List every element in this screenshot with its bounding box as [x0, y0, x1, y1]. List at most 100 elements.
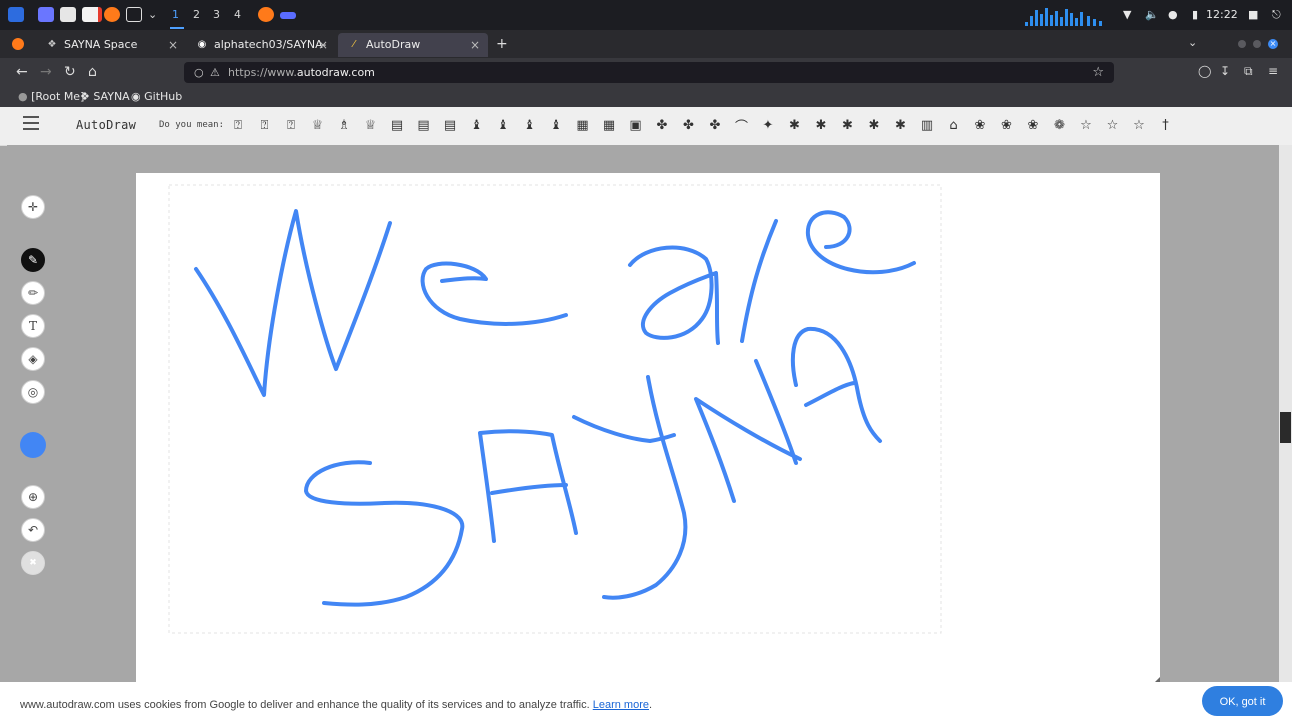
back-icon[interactable]: ←	[16, 64, 28, 80]
suggestion-icon[interactable]: ⌒	[732, 115, 752, 135]
terminal-icon[interactable]	[126, 7, 142, 22]
drawing-canvas[interactable]	[136, 173, 1160, 685]
bookmark-github[interactable]: ◉ GitHub	[131, 90, 182, 103]
suggestion-icon[interactable]: ✱	[891, 115, 911, 135]
menu-icon[interactable]	[23, 116, 39, 130]
scrollbar-thumb[interactable]	[1280, 412, 1291, 443]
suggestion-icon[interactable]: ❀	[1023, 115, 1043, 135]
suggestion-icon[interactable]: ♝	[467, 115, 487, 135]
suggestion-icon[interactable]: ⍰	[228, 115, 248, 135]
suggestion-icon[interactable]: ✤	[652, 115, 672, 135]
suggestion-icon[interactable]: ▥	[917, 115, 937, 135]
suggestion-icon[interactable]: ❀	[997, 115, 1017, 135]
firefox-icon[interactable]	[104, 7, 120, 22]
desktop-icon[interactable]	[38, 7, 54, 22]
new-tab-button[interactable]: +	[496, 36, 508, 52]
editor-icon[interactable]	[82, 7, 102, 22]
suggestion-icon[interactable]: ✱	[838, 115, 858, 135]
workspace-3[interactable]: 3	[213, 8, 220, 21]
suggestion-icon[interactable]: ♝	[546, 115, 566, 135]
suggestion-icon[interactable]: ▦	[573, 115, 593, 135]
tab-sayna-space[interactable]: ❖ SAYNA Space ×	[36, 33, 186, 57]
type-tool-button[interactable]: T	[21, 314, 45, 338]
suggestion-icon[interactable]: ♝	[493, 115, 513, 135]
suggestion-icon[interactable]: ✤	[705, 115, 725, 135]
close-icon[interactable]: ×	[318, 33, 328, 57]
suggestion-icon[interactable]: ♕	[361, 115, 381, 135]
workspace-2[interactable]: 2	[193, 8, 200, 21]
close-icon[interactable]: ×	[470, 33, 480, 57]
autodraw-tool-button[interactable]: ✎	[21, 248, 45, 272]
stroke-a3	[790, 326, 882, 443]
close-window-icon[interactable]: ×	[1268, 39, 1278, 49]
suggestion-icon[interactable]: ☆	[1129, 115, 1149, 135]
volume-icon[interactable]: 🔈	[1145, 8, 1159, 21]
network-icon[interactable]: ▼	[1123, 8, 1131, 21]
ok-got-it-button[interactable]: OK, got it	[1202, 686, 1283, 716]
draw-tool-button[interactable]: ✏	[21, 281, 45, 305]
extensions-icon[interactable]: ⧉	[1244, 64, 1253, 79]
url-domain: autodraw.com	[296, 66, 375, 79]
suggestion-icon[interactable]: ⍰	[255, 115, 275, 135]
firefox-menu-icon[interactable]	[12, 38, 24, 50]
maximize-icon[interactable]	[1253, 40, 1261, 48]
suggestion-icon[interactable]: ❀	[970, 115, 990, 135]
firefox-window-icon[interactable]	[258, 7, 274, 22]
shape-tool-button[interactable]: ◎	[21, 380, 45, 404]
tab-autodraw[interactable]: ⁄ AutoDraw ×	[338, 33, 488, 57]
suggestion-icon[interactable]: ❁	[1050, 115, 1070, 135]
minimize-icon[interactable]	[1238, 40, 1246, 48]
bookmark-sayna[interactable]: ❖ SAYNA	[80, 90, 130, 103]
lock-icon[interactable]: ⚠	[210, 62, 220, 83]
suggestion-icon[interactable]: ♗	[334, 115, 354, 135]
undo-button[interactable]: ↶	[21, 518, 45, 542]
suggestion-icon[interactable]: ✱	[864, 115, 884, 135]
chevron-down-icon[interactable]: ⌄	[148, 8, 157, 21]
suggestion-icon[interactable]: ▤	[440, 115, 460, 135]
tab-github[interactable]: ◉ alphatech03/SAYNA-CUL ×	[186, 33, 336, 75]
clock: 12:22	[1206, 8, 1238, 21]
home-icon[interactable]: ⌂	[88, 64, 97, 80]
reload-icon[interactable]: ↻	[64, 64, 76, 80]
suggestion-icon[interactable]: ⌂	[944, 115, 964, 135]
suggestion-icon[interactable]: ✱	[785, 115, 805, 135]
shield-icon[interactable]: ○	[194, 62, 204, 83]
close-icon[interactable]: ×	[168, 33, 178, 57]
suggestion-icon[interactable]: ☆	[1103, 115, 1123, 135]
window-icon[interactable]	[280, 12, 296, 19]
suggestion-icon[interactable]: ♝	[520, 115, 540, 135]
hamburger-menu-icon[interactable]: ≡	[1268, 64, 1278, 78]
fill-tool-button[interactable]: ◈	[21, 347, 45, 371]
suggestion-icon[interactable]: †	[1156, 115, 1176, 135]
kali-menu-icon[interactable]	[8, 7, 24, 22]
move-tool-button[interactable]: ✛	[21, 195, 45, 219]
power-icon[interactable]: ⎋	[1272, 8, 1281, 22]
suggestion-icon[interactable]: ▤	[414, 115, 434, 135]
download-icon[interactable]: ↧	[1220, 64, 1230, 78]
url-bar[interactable]: ○ ⚠ https://www.autodraw.com ☆	[184, 62, 1114, 83]
suggestion-icon[interactable]: ✦	[758, 115, 778, 135]
suggestion-icon[interactable]: ▤	[387, 115, 407, 135]
suggestion-icon[interactable]: ▦	[599, 115, 619, 135]
forward-icon[interactable]: →	[40, 64, 52, 80]
tab-list-chevron-icon[interactable]: ⌄	[1188, 36, 1197, 49]
cookie-bar: www.autodraw.com uses cookies from Googl…	[0, 682, 1292, 718]
suggestion-icon[interactable]: ☆	[1076, 115, 1096, 135]
suggestion-icon[interactable]: ✱	[811, 115, 831, 135]
lock-icon[interactable]: ■	[1248, 8, 1258, 21]
suggestion-icon[interactable]: ✤	[679, 115, 699, 135]
bookmark-star-icon[interactable]: ☆	[1092, 62, 1104, 83]
delete-button[interactable]: ✖	[21, 551, 45, 575]
bookmark-root-me[interactable]: ● [Root Me]	[18, 90, 84, 103]
suggestion-icon[interactable]: ♕	[308, 115, 328, 135]
color-picker-button[interactable]	[20, 432, 46, 458]
suggestion-icon[interactable]: ⍰	[281, 115, 301, 135]
workspace-1[interactable]: 1	[172, 8, 179, 21]
suggestion-icon[interactable]: ▣	[626, 115, 646, 135]
notification-bell-icon[interactable]: ●	[1168, 8, 1178, 21]
learn-more-link[interactable]: Learn more	[593, 699, 649, 711]
pocket-icon[interactable]: ◯	[1198, 64, 1211, 78]
file-manager-icon[interactable]	[60, 7, 76, 22]
workspace-4[interactable]: 4	[234, 8, 241, 21]
zoom-button[interactable]: ⊕	[21, 485, 45, 509]
